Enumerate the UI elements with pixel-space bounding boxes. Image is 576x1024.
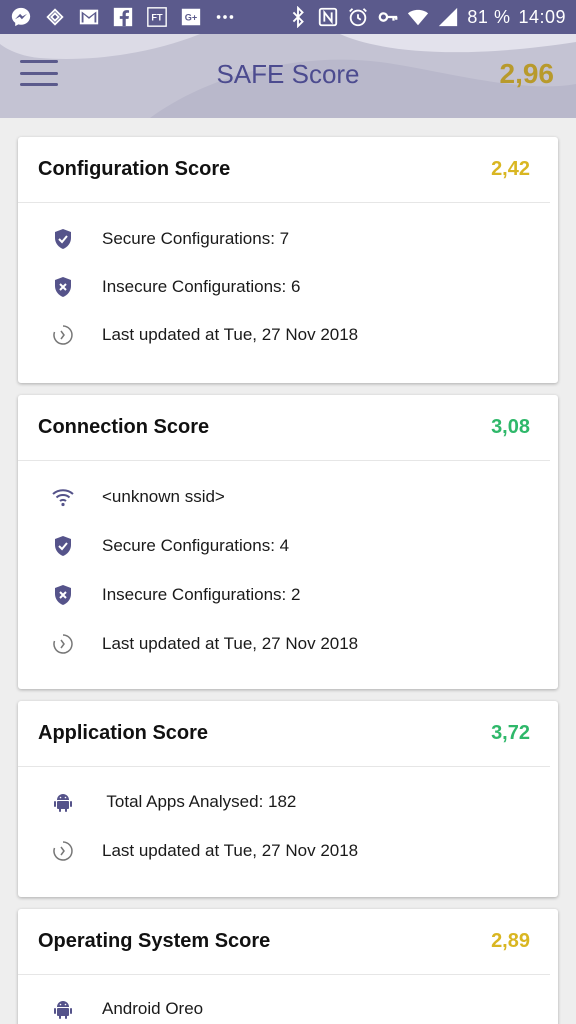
shield-x-icon	[48, 272, 78, 302]
android-icon	[48, 994, 78, 1024]
overall-safe-score: 2,96	[499, 58, 555, 89]
card-title: Operating System Score	[38, 930, 271, 952]
last-updated-row: Last updated at Tue, 27 Nov 2018	[18, 629, 358, 659]
row-text: Android Oreo	[102, 999, 204, 1018]
messenger-icon	[10, 6, 32, 28]
facebook-icon	[112, 6, 134, 28]
last-updated-row: Last updated at Tue, 27 Nov 2018	[18, 320, 358, 350]
secure-configurations-row: Secure Configurations: 4	[18, 531, 289, 561]
gmail-icon	[78, 6, 100, 28]
connection-score-value: 3,08	[491, 416, 530, 438]
row-text: Insecure Configurations: 2	[102, 585, 301, 604]
shield-check-icon	[48, 224, 78, 254]
row-text: Insecure Configurations: 6	[102, 277, 301, 296]
nfc-icon	[317, 6, 339, 28]
more-icon	[214, 6, 236, 28]
application-score-card[interactable]: Application Score 3,72 Total Apps Analys…	[18, 701, 558, 897]
insecure-configurations-row: Insecure Configurations: 6	[18, 272, 300, 302]
bluetooth-icon	[287, 6, 309, 28]
operating-system-score-value: 2,89	[491, 930, 530, 952]
wifi-icon	[48, 482, 78, 512]
signal-icon	[437, 6, 459, 28]
card-header: Configuration Score 2,42	[18, 137, 550, 203]
key-icon	[377, 6, 399, 28]
last-updated-row: Last updated at Tue, 27 Nov 2018	[18, 836, 358, 866]
svg-text:FT: FT	[151, 13, 163, 23]
card-title: Connection Score	[38, 416, 210, 438]
os-version-row: Android Oreo	[18, 994, 203, 1024]
sync-icon	[44, 6, 66, 28]
row-text: Last updated at Tue, 27 Nov 2018	[102, 325, 359, 344]
shield-check-icon	[48, 531, 78, 561]
row-text: Secure Configurations: 7	[102, 229, 290, 248]
card-header: Connection Score 3,08	[18, 395, 550, 461]
wifi-ssid-row: <unknown ssid>	[18, 482, 225, 512]
update-clock-icon	[48, 629, 78, 659]
row-text: Secure Configurations: 4	[102, 536, 290, 555]
secure-configurations-row: Secure Configurations: 7	[18, 224, 289, 254]
application-score-value: 3,72	[491, 722, 530, 744]
update-clock-icon	[48, 836, 78, 866]
google-plus-icon: G+	[180, 6, 202, 28]
ft-icon: FT	[146, 6, 168, 28]
card-header: Application Score 3,72	[18, 701, 550, 767]
wifi-icon	[407, 6, 429, 28]
shield-x-icon	[48, 580, 78, 610]
status-bar: FT G+ 81 % 14:09	[0, 0, 576, 34]
apps-analysed-row: Total Apps Analysed: 182	[18, 787, 296, 817]
row-text: <unknown ssid>	[102, 487, 225, 506]
card-title: Configuration Score	[38, 158, 231, 180]
connection-score-card[interactable]: Connection Score 3,08 <unknown ssid> Sec…	[18, 395, 558, 689]
android-icon	[48, 787, 78, 817]
operating-system-score-card[interactable]: Operating System Score 2,89 Android Oreo	[18, 909, 558, 1024]
clock-time: 14:09	[518, 6, 566, 27]
configuration-score-value: 2,42	[491, 158, 530, 180]
configuration-score-card[interactable]: Configuration Score 2,42 Secure Configur…	[18, 137, 558, 383]
app-bar: SAFE Score 2,96	[0, 34, 576, 118]
update-clock-icon	[48, 320, 78, 350]
card-header: Operating System Score 2,89	[18, 909, 550, 975]
row-text: Last updated at Tue, 27 Nov 2018	[102, 634, 359, 653]
page-title: SAFE Score	[216, 59, 360, 89]
row-text: Total Apps Analysed: 182	[102, 792, 297, 811]
alarm-icon	[347, 6, 369, 28]
row-text: Last updated at Tue, 27 Nov 2018	[102, 841, 359, 860]
svg-text:G+: G+	[185, 13, 197, 23]
battery-level: 81 %	[467, 6, 511, 27]
insecure-configurations-row: Insecure Configurations: 2	[18, 580, 300, 610]
card-title: Application Score	[38, 722, 209, 744]
